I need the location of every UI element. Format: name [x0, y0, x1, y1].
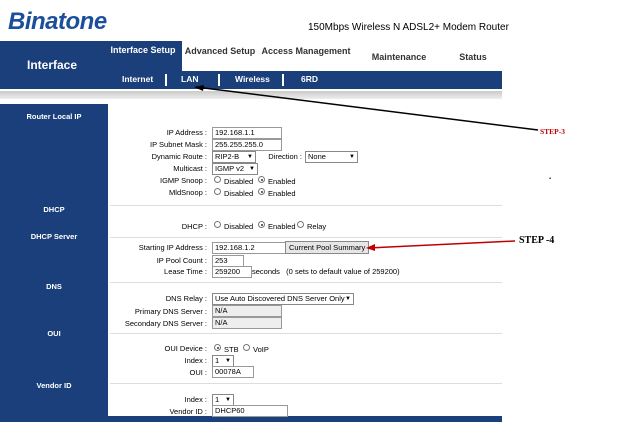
step4-arrowhead-icon — [366, 244, 375, 251]
step4-annotation: STEP -4 — [519, 235, 555, 246]
annotation-arrows — [194, 85, 539, 251]
step3-arrow-line — [195, 86, 539, 131]
step3-annotation: STEP-3 — [540, 127, 566, 136]
step4-arrow-line — [367, 240, 516, 249]
stray-dot: . — [549, 171, 552, 181]
step3-arrowhead-icon — [194, 85, 204, 91]
